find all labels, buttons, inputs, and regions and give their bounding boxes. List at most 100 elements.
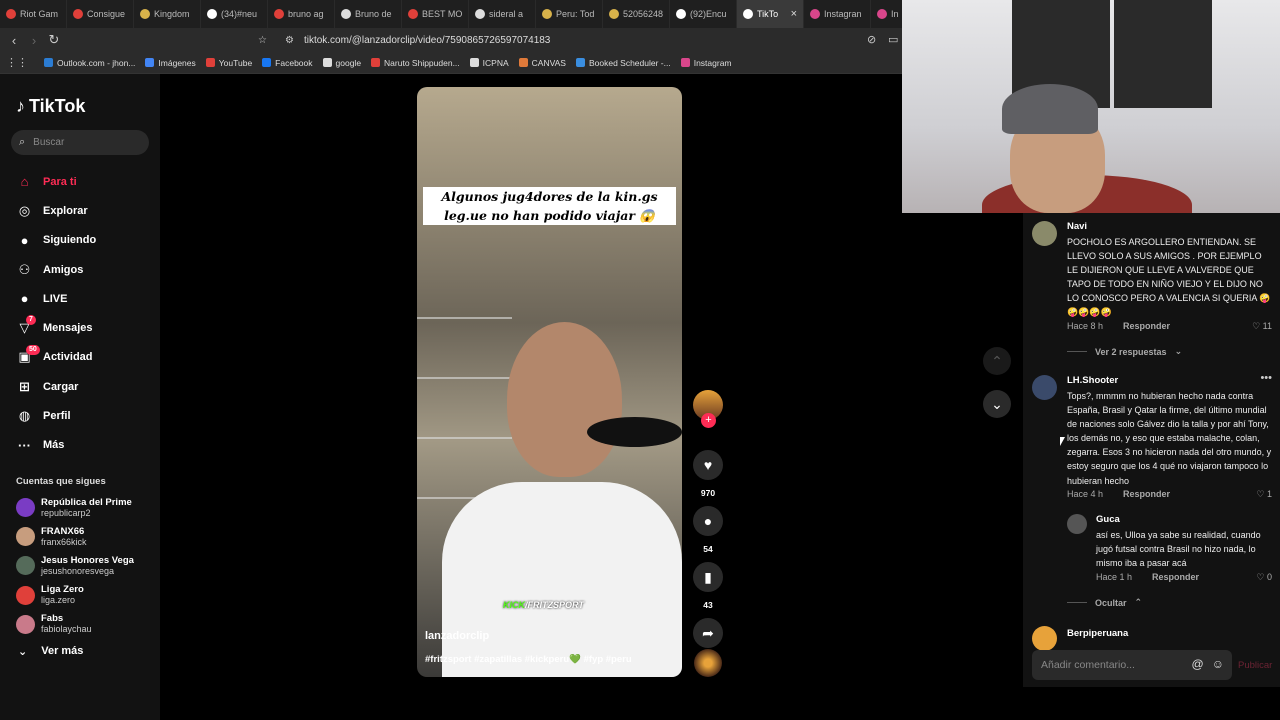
- share-icon[interactable]: ➦: [693, 618, 723, 648]
- browser-tab[interactable]: BEST MO: [402, 0, 469, 28]
- comment-icon[interactable]: ●: [693, 506, 723, 536]
- following-account[interactable]: Jesus Honores Vega jesushonoresvega: [16, 551, 156, 580]
- tab-favicon-icon: [207, 9, 217, 19]
- reload-icon[interactable]: ↻: [44, 32, 64, 48]
- video-author[interactable]: lanzadorclip: [425, 630, 489, 642]
- sunglasses: [587, 417, 682, 447]
- heart-icon[interactable]: ♥: [693, 450, 723, 480]
- mention-icon[interactable]: @: [1192, 657, 1204, 671]
- comment-likes[interactable]: ♡ 1: [1256, 489, 1272, 500]
- tab-label: In: [891, 9, 899, 19]
- bookmark-icon[interactable]: ▮: [693, 562, 723, 592]
- bookmark-item[interactable]: Imágenes: [145, 58, 196, 68]
- site-settings-icon[interactable]: ⚙: [285, 35, 294, 46]
- nav-item[interactable]: ◎ Explorar: [16, 196, 156, 225]
- no-tracking-icon[interactable]: ⊘: [867, 33, 876, 46]
- home-icon: ⌂: [20, 174, 29, 190]
- nav-item[interactable]: ··· Más: [16, 431, 156, 460]
- like-action[interactable]: ♥ 970: [692, 450, 724, 498]
- comment-author[interactable]: Berpiperuana: [1067, 628, 1128, 639]
- browser-tab[interactable]: 52056248: [603, 0, 670, 28]
- comment-text: POCHOLO ES ARGOLLERO ENTIENDAN. SE LLEVO…: [1067, 237, 1271, 318]
- bookmark-item[interactable]: ICPNA: [469, 58, 509, 68]
- browser-tab[interactable]: Instagran: [804, 0, 871, 28]
- following-account[interactable]: FRANX66 franx66kick: [16, 522, 156, 551]
- nav-item[interactable]: ⌂ Para ti: [16, 167, 156, 196]
- bookmark-item[interactable]: Instagram: [680, 58, 732, 68]
- comment-author[interactable]: Guca: [1096, 514, 1120, 525]
- bookmark-item[interactable]: Outlook.com - jhon...: [44, 58, 135, 68]
- search-input[interactable]: ⌕ Buscar: [11, 130, 149, 155]
- browser-tab[interactable]: Kingdom: [134, 0, 201, 28]
- comment-avatar[interactable]: [1032, 626, 1057, 651]
- video-player[interactable]: Algunos jug4dores de la kin.gs leg.ue no…: [417, 87, 682, 677]
- bookmark-item[interactable]: google: [322, 58, 361, 68]
- browser-tab[interactable]: bruno ag: [268, 0, 335, 28]
- nav-item[interactable]: ▽ 7 Mensajes: [16, 313, 156, 342]
- browser-tab[interactable]: TikTo ×: [737, 0, 804, 28]
- comment-avatar[interactable]: [1032, 221, 1057, 246]
- url-field[interactable]: ☆ ⚙ tiktok.com/@lanzadorclip/video/75908…: [258, 31, 903, 49]
- bookmark-item[interactable]: Facebook: [262, 58, 313, 68]
- back-icon[interactable]: ‹: [4, 33, 24, 48]
- bookmark-star-icon[interactable]: ☆: [258, 35, 267, 46]
- close-tab-icon[interactable]: ×: [791, 8, 797, 20]
- apps-grid-icon[interactable]: ⋮⋮: [6, 56, 28, 69]
- following-account[interactable]: Liga Zero liga.zero: [16, 581, 156, 610]
- publish-button[interactable]: Publicar: [1238, 660, 1272, 671]
- more-options-icon[interactable]: •••: [1260, 372, 1272, 384]
- comment-author[interactable]: LH.Shooter: [1067, 375, 1118, 386]
- hide-replies-button[interactable]: Ocultar ⌃: [1067, 597, 1142, 608]
- comment-avatar[interactable]: [1067, 514, 1087, 534]
- live-icon: ●: [20, 291, 29, 307]
- see-more-button[interactable]: ⌄ Ver más: [18, 645, 83, 658]
- bookmark-favicon-icon: [44, 58, 53, 67]
- tiktok-logo[interactable]: ♪ TikTok: [16, 96, 85, 117]
- comment-input[interactable]: Añadir comentario... @ ☺: [1032, 650, 1232, 680]
- browser-tab[interactable]: (92)Encu: [670, 0, 737, 28]
- tab-favicon-icon: [475, 9, 485, 19]
- emoji-icon[interactable]: ☺: [1212, 657, 1224, 671]
- forward-icon[interactable]: ›: [24, 33, 44, 48]
- comment-author[interactable]: Navi: [1067, 221, 1087, 232]
- browser-tab[interactable]: Consigue: [67, 0, 134, 28]
- comment-avatar[interactable]: [1032, 375, 1057, 400]
- bookmark-favicon-icon: [371, 58, 381, 67]
- previous-video-button[interactable]: ⌃: [983, 347, 1011, 375]
- save-action[interactable]: ▮ 43: [692, 562, 724, 610]
- tab-favicon-icon: [408, 9, 418, 19]
- video-hashtags[interactable]: #fritzsport #zapatillas #kickperu💚 #fyp …: [425, 654, 632, 665]
- reply-button[interactable]: Responder: [1123, 489, 1170, 499]
- following-account[interactable]: Fabs fabiolaychau: [16, 610, 156, 639]
- browser-tab[interactable]: Riot Gam: [0, 0, 67, 28]
- comment-like-count: 1: [1266, 489, 1272, 499]
- follow-plus-icon[interactable]: +: [701, 413, 716, 428]
- nav-item[interactable]: ⚇ Amigos: [16, 255, 156, 284]
- bookmark-item[interactable]: CANVAS: [518, 58, 566, 68]
- nav-item[interactable]: ● Siguiendo: [16, 226, 156, 255]
- nav-item[interactable]: ◍ Perfil: [16, 401, 156, 430]
- nav-item[interactable]: ▣ 50 Actividad: [16, 343, 156, 372]
- browser-tab[interactable]: Peru: Tod: [536, 0, 603, 28]
- nav-item[interactable]: ● LIVE: [16, 284, 156, 313]
- reply-button[interactable]: Responder: [1152, 572, 1199, 582]
- bookmark-item[interactable]: Naruto Shippuden...: [371, 58, 460, 68]
- comment-action[interactable]: ● 54: [692, 506, 724, 554]
- browser-tab[interactable]: (34)#neu: [201, 0, 268, 28]
- browser-tab[interactable]: sideral a: [469, 0, 536, 28]
- comment-likes[interactable]: ♡ 0: [1256, 572, 1272, 583]
- next-video-button[interactable]: ⌄: [983, 390, 1011, 418]
- browser-tab[interactable]: Bruno de: [335, 0, 402, 28]
- cast-icon[interactable]: ▭: [888, 33, 898, 46]
- nav-item[interactable]: ⊞ Cargar: [16, 372, 156, 401]
- following-account[interactable]: República del Prime republicarp2: [16, 493, 156, 522]
- chevron-down-icon: ⌄: [1174, 346, 1183, 356]
- comment-likes[interactable]: ♡ 11: [1252, 321, 1272, 332]
- reply-button[interactable]: Responder: [1123, 321, 1170, 331]
- shelf-line: [417, 377, 512, 379]
- creator-avatar[interactable]: +: [693, 390, 723, 428]
- bookmark-item[interactable]: YouTube: [205, 58, 252, 68]
- music-disc-icon[interactable]: [694, 649, 722, 677]
- bookmark-item[interactable]: Booked Scheduler -...: [575, 58, 671, 68]
- view-replies-button[interactable]: Ver 2 respuestas ⌄: [1067, 346, 1182, 357]
